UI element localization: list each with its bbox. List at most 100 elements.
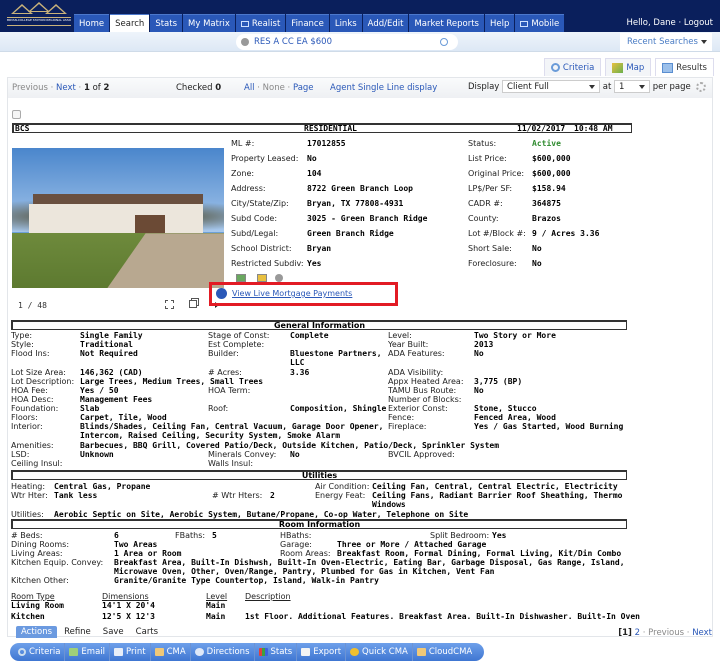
field-label: ML #: (231, 139, 255, 148)
cma-button[interactable]: CMA (151, 643, 191, 661)
cell-level: Main (206, 612, 226, 621)
field-label: Subd/Legal: (231, 229, 279, 238)
nav-tab-home[interactable]: Home (74, 14, 110, 32)
value-acres: 3.36 (290, 368, 310, 377)
field-value: Bryan (307, 244, 332, 253)
display-select[interactable]: Client Full (502, 80, 601, 93)
logout-link[interactable]: Logout (684, 18, 713, 28)
next-link[interactable]: Next (692, 628, 712, 638)
cell-room-type: Kitchen (11, 612, 45, 621)
email-button[interactable]: Email (65, 643, 111, 661)
previous-link[interactable]: Previous (648, 628, 684, 638)
nav-tab-add-edit[interactable]: Add/Edit (362, 14, 409, 32)
listing-checkbox[interactable] (12, 110, 21, 119)
nav-tab-market-reports[interactable]: Market Reports (409, 14, 484, 32)
value-full-baths: 5 (212, 531, 217, 540)
recent-searches-dropdown[interactable]: Recent Searches (620, 33, 712, 51)
tab-results[interactable]: Results (655, 58, 714, 76)
select-page-link[interactable]: Page (293, 83, 314, 93)
field-value: Bryan, TX 77808-4931 (307, 199, 404, 208)
agent-single-line-link[interactable]: Agent Single Line display (330, 83, 437, 93)
association-logo[interactable]: BRYAN-COLLEGE STATION REGIONAL ASSOCIATI… (5, 2, 73, 30)
value-split-bedroom: Yes (492, 531, 507, 540)
value-num-water-heaters: 2 (270, 491, 275, 500)
field-label: Short Sale: (468, 244, 512, 253)
view-tabs: Criteria Map Results (543, 58, 714, 76)
field-value: 8722 Green Branch Loop (307, 184, 413, 193)
action-tabs: Actions Refine Save Carts (16, 626, 163, 638)
next-link[interactable]: Next (56, 83, 76, 93)
field-county: County: Brazos (468, 214, 561, 224)
search-icon[interactable] (440, 38, 448, 46)
display-controls: Display Client Full at 1 per page (468, 80, 707, 93)
photo-gallery-icon[interactable] (236, 274, 246, 282)
tab-map[interactable]: Map (605, 58, 652, 76)
field-value: Green Branch Ridge (307, 229, 394, 238)
nav-tab-links[interactable]: Links (329, 14, 362, 32)
button-label: Quick CMA (362, 647, 408, 657)
tab-criteria[interactable]: Criteria (543, 58, 602, 76)
export-button[interactable]: Export (297, 643, 347, 661)
field-value: No (532, 244, 542, 253)
magnifier-icon (550, 63, 560, 72)
fullscreen-icon[interactable] (165, 300, 174, 309)
grid-icon (662, 62, 674, 73)
per-page-select[interactable]: 1 (614, 80, 650, 93)
criteria-button[interactable]: Criteria (14, 643, 66, 661)
field-list-price: List Price: $600,000 (468, 154, 571, 164)
status-badge: Active (532, 139, 561, 148)
caret-down-icon (639, 85, 645, 89)
field-subd-code: Subd Code: 3025 - Green Branch Ridge (231, 214, 427, 224)
nav-tab-help[interactable]: Help (484, 14, 515, 32)
stats-button[interactable]: Stats (255, 643, 298, 661)
nav-tab-label: Help (489, 19, 510, 29)
field-value: 3025 - Green Branch Ridge (307, 214, 428, 223)
board-code: BCS (15, 124, 30, 133)
label-bvcil: BVCIL Approved: (388, 450, 455, 459)
select-all-link[interactable]: All (244, 83, 255, 93)
listing-photo[interactable] (12, 148, 224, 288)
nav-tab-search[interactable]: Search (110, 14, 150, 32)
tab-carts[interactable]: Carts (131, 626, 163, 638)
at-label: at (602, 82, 612, 92)
settings-icon[interactable] (275, 274, 283, 282)
search-subbar: RES A CC EA $600 Recent Searches (0, 32, 720, 52)
gear-icon[interactable] (696, 81, 707, 92)
tab-refine[interactable]: Refine (59, 626, 96, 638)
bottom-action-bar: Actions Refine Save Carts [1] 2 · Previo… (0, 624, 720, 671)
map-icon[interactable] (257, 274, 267, 282)
field-value: $600,000 (532, 154, 571, 163)
previous-link[interactable]: Previous (12, 83, 48, 93)
nav-tab-realist[interactable]: Realist (235, 14, 286, 32)
tab-save[interactable]: Save (98, 626, 129, 638)
nav-tab-label: My Matrix (188, 19, 230, 29)
nav-tab-label: Realist (251, 19, 281, 29)
value-kitchen-other: Granite/Granite Type Countertop, Island,… (114, 576, 379, 585)
select-none-link[interactable]: None (263, 83, 285, 93)
cloudcma-button[interactable]: CloudCMA (413, 643, 476, 661)
label-builder: Builder: (208, 349, 239, 358)
nav-tab-stats[interactable]: Stats (150, 14, 183, 32)
nav-tab-finance[interactable]: Finance (286, 14, 329, 32)
directions-button[interactable]: Directions (191, 643, 255, 661)
nav-tab-my-matrix[interactable]: My Matrix (183, 14, 235, 32)
print-button[interactable]: Print (110, 643, 151, 661)
display-value: Client Full (507, 82, 549, 92)
quick-cma-button[interactable]: Quick CMA (346, 643, 413, 661)
photo-counter: 1 / 48 (18, 301, 47, 310)
quick-search-input[interactable]: RES A CC EA $600 (236, 34, 458, 50)
column-header-dimensions: Dimensions (102, 592, 149, 601)
photo-controls: 1 / 48 (12, 298, 224, 314)
view-live-mortgage-payments-link[interactable]: View Live Mortgage Payments (232, 289, 352, 298)
button-label: CMA (166, 647, 186, 657)
tab-actions[interactable]: Actions (16, 626, 58, 638)
field-value: 104 (307, 169, 322, 178)
nav-tab-mobile[interactable]: Mobile (515, 14, 565, 32)
label-ada: ADA Features: (388, 349, 445, 358)
magnifier-icon (18, 648, 26, 656)
button-label: Email (81, 647, 106, 657)
field-lp-per-sf: LP$/Per SF: $158.94 (468, 184, 566, 194)
recent-searches-label: Recent Searches (627, 37, 698, 47)
page-2-link[interactable]: 2 (635, 628, 640, 638)
popout-icon[interactable] (189, 300, 197, 308)
